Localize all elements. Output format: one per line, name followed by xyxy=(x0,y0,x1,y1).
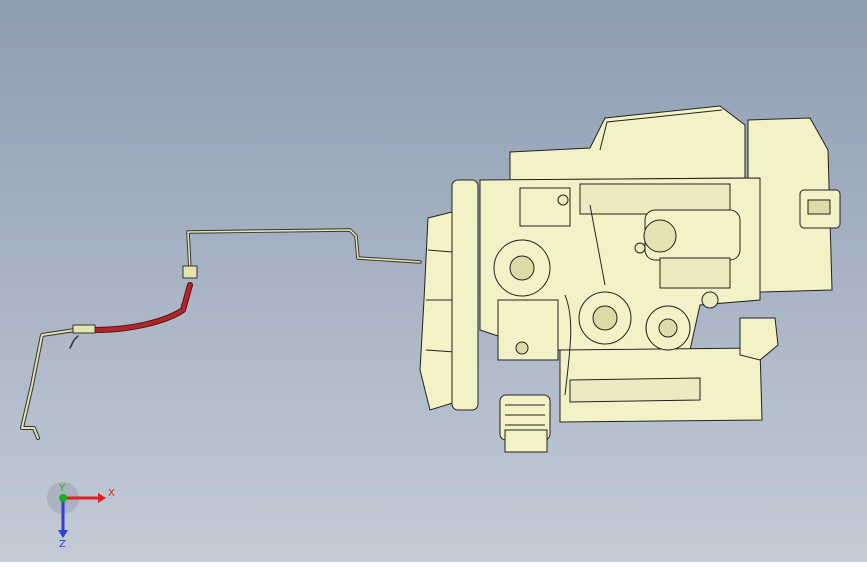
damper xyxy=(504,429,548,453)
y-axis-icon xyxy=(59,494,67,502)
x-axis-label: X xyxy=(108,488,115,499)
cad-3d-viewport[interactable]: X Y Z xyxy=(0,0,867,562)
x-arrowhead-icon xyxy=(98,493,106,503)
z-arrowhead-icon xyxy=(58,530,68,538)
z-axis-label: Z xyxy=(59,539,66,548)
orientation-triad[interactable]: X Y Z xyxy=(46,478,116,550)
valve-cover xyxy=(519,187,571,227)
fan-pulley xyxy=(451,179,479,411)
y-axis-label: Y xyxy=(58,483,66,494)
model-canvas[interactable] xyxy=(0,0,867,562)
pump-bracket xyxy=(497,299,559,361)
